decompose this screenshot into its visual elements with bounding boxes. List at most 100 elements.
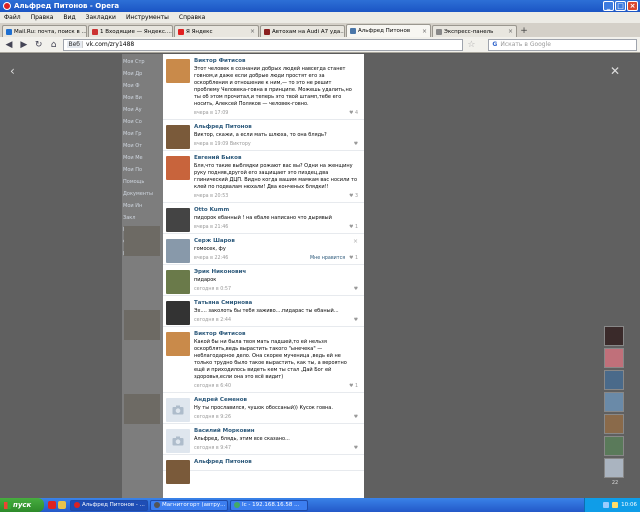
left-nav-item[interactable]: Мои Ви (123, 92, 163, 104)
maximize-button[interactable]: □ (615, 1, 626, 11)
like-counter[interactable]: ♥ 1 (349, 384, 358, 389)
close-button[interactable]: × (627, 1, 638, 11)
comment-author[interactable]: Эрик Никонович (194, 269, 358, 275)
like-counter[interactable]: ♥ 1 (349, 225, 358, 230)
friend-avatar[interactable] (604, 458, 624, 478)
avatar[interactable] (166, 301, 190, 325)
comment-author[interactable]: Виктор Фитисов (194, 331, 358, 337)
friend-avatar[interactable] (604, 348, 624, 368)
back-button[interactable]: ◀ (3, 39, 15, 51)
search-input[interactable]: G Искать в Google (488, 38, 637, 51)
comment-time[interactable]: сегодня в 2:44 (194, 318, 231, 323)
like-counter[interactable]: Мне нравится ♥ 1 (310, 256, 358, 261)
volume-icon[interactable] (612, 502, 619, 508)
comment-time[interactable]: вчера в 22:46 (194, 256, 228, 261)
friend-avatar[interactable] (604, 392, 624, 412)
start-button[interactable]: пуск (0, 498, 44, 512)
avatar[interactable] (166, 208, 190, 232)
left-nav-item[interactable]: Закл (123, 212, 163, 224)
comment-time[interactable]: сегодня в 9:47 (194, 446, 231, 451)
menu-edit[interactable]: Правка (31, 14, 54, 21)
left-nav-item[interactable]: Мои Ин (123, 200, 163, 212)
browser-tab[interactable]: Экспресс-панель × (432, 25, 517, 37)
browser-tab[interactable]: 1 Входящие — Яндекс....× (88, 25, 173, 37)
friend-avatar[interactable] (604, 326, 624, 346)
comment-time[interactable]: сегодня в 0:57 (194, 287, 231, 292)
browser-tab[interactable]: Я Яндекс × (174, 25, 259, 37)
friend-avatar[interactable] (604, 436, 624, 456)
comment-author[interactable]: Серж Шаров (194, 238, 358, 244)
tab-close-icon[interactable]: × (508, 28, 513, 35)
browser-quick-icon[interactable] (48, 501, 56, 509)
like-counter[interactable]: ♥ (354, 318, 358, 323)
url-field[interactable]: Веб vk.com/zry1488 (62, 38, 463, 51)
camera-icon[interactable] (166, 398, 190, 422)
left-nav-item[interactable]: Моя Стр (123, 56, 163, 68)
browser-tab[interactable]: Mail.Ru: почта, поиск в ...× (2, 25, 87, 37)
folder-quick-icon[interactable] (58, 501, 66, 509)
left-nav-item[interactable]: Мои Ме (123, 152, 163, 164)
prev-photo-arrow-icon[interactable]: ‹ (10, 64, 15, 78)
taskbar-task[interactable]: Альфред Питонов - ... (70, 499, 148, 511)
menu-bookmarks[interactable]: Закладки (86, 14, 116, 21)
like-counter[interactable]: ♥ 4 (349, 111, 358, 116)
tab-close-icon[interactable]: × (250, 28, 255, 35)
left-nav-item[interactable]: Мои По (123, 164, 163, 176)
left-nav-item[interactable]: Документы (123, 188, 163, 200)
left-nav-item[interactable]: Помощь (123, 176, 163, 188)
left-nav-item[interactable]: Мои Со (123, 116, 163, 128)
comment-author[interactable]: Евгений Быков (194, 155, 358, 161)
browser-tab[interactable]: Автохам на Audi A7 уда...× (260, 25, 345, 37)
avatar[interactable] (166, 156, 190, 180)
menu-view[interactable]: Вид (63, 14, 75, 21)
delete-comment-icon[interactable]: × (353, 238, 358, 245)
taskbar-task[interactable]: Ic - 192.168.16.58 ... (230, 499, 308, 511)
like-text[interactable]: Мне нравится (310, 256, 345, 261)
avatar[interactable] (166, 239, 190, 263)
friends-count[interactable]: 22 (604, 480, 626, 486)
left-nav-item[interactable]: Мои Др (123, 68, 163, 80)
comment-author[interactable]: Альфред Питонов (194, 124, 358, 130)
menu-file[interactable]: Файл (4, 14, 21, 21)
comment-time[interactable]: вчера в 20:53 (194, 194, 228, 199)
minimize-button[interactable]: _ (603, 1, 614, 11)
menu-help[interactable]: Справка (179, 14, 205, 21)
like-counter[interactable]: ♥ (354, 446, 358, 451)
left-nav-item[interactable]: Мои От (123, 140, 163, 152)
comment-author[interactable]: Otto Kumm (194, 207, 358, 213)
comment-author[interactable]: Альфред Питонов (194, 459, 358, 465)
camera-icon[interactable] (166, 429, 190, 453)
comment-time[interactable]: вчера в 17:09 (194, 111, 228, 116)
avatar[interactable] (166, 332, 190, 356)
avatar[interactable] (166, 460, 190, 484)
new-tab-button[interactable]: + (518, 26, 530, 37)
browser-tab[interactable]: Альфред Питонов × (346, 24, 431, 37)
left-nav-item[interactable]: Мои Ф (123, 80, 163, 92)
friend-avatar[interactable] (604, 414, 624, 434)
home-button[interactable]: ⌂ (48, 39, 60, 51)
reload-button[interactable]: ↻ (33, 39, 45, 51)
like-counter[interactable]: ♥ (354, 142, 358, 147)
menu-tools[interactable]: Инструменты (126, 14, 169, 21)
taskbar-task[interactable]: Магнитогорт (автру... (150, 499, 228, 511)
comment-time[interactable]: сегодня в 6:40 (194, 384, 231, 389)
avatar[interactable] (166, 125, 190, 149)
forward-button[interactable]: ▶ (18, 39, 30, 51)
like-counter[interactable]: ♥ (354, 415, 358, 420)
comment-time[interactable]: сегодня в 9:26 (194, 415, 231, 420)
left-nav-item[interactable]: Мои Гр (123, 128, 163, 140)
network-icon[interactable] (603, 502, 610, 508)
tab-close-icon[interactable]: × (422, 28, 427, 35)
comment-author[interactable]: Василий Морковин (194, 428, 358, 434)
avatar[interactable] (166, 270, 190, 294)
close-viewer-icon[interactable]: ✕ (610, 64, 620, 78)
like-counter[interactable]: ♥ 3 (349, 194, 358, 199)
friend-avatar[interactable] (604, 370, 624, 390)
comment-author[interactable]: Андрей Семенов (194, 397, 358, 403)
comment-author[interactable]: Татьяна Смирнова (194, 300, 358, 306)
avatar[interactable] (166, 59, 190, 83)
comment-time[interactable]: вчера в 21:46 (194, 225, 228, 230)
comment-time[interactable]: вчера в 19:09 Виктору (194, 142, 251, 147)
left-nav-item[interactable]: Мои Ау (123, 104, 163, 116)
comment-author[interactable]: Виктор Фитисов (194, 58, 358, 64)
